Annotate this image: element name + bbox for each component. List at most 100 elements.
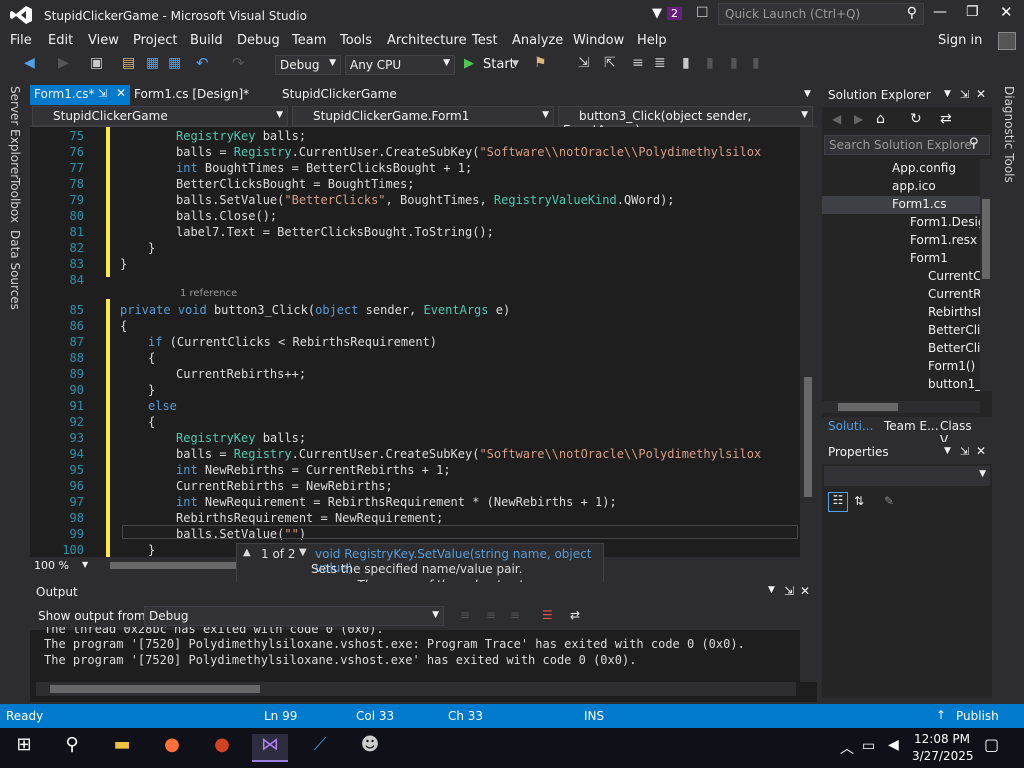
categorized-icon[interactable]: ☷: [828, 492, 848, 512]
account-avatar-icon[interactable]: [998, 32, 1016, 50]
tree-item-member[interactable]: BetterCli: [928, 323, 980, 337]
tree-item-app-ico[interactable]: app.ico: [892, 179, 936, 193]
scroll-thumb[interactable]: [50, 685, 260, 693]
window-position-icon[interactable]: ▼: [944, 446, 951, 456]
bookmark-clear-icon[interactable]: ▮: [752, 55, 760, 71]
step-over-icon[interactable]: ⇱: [604, 55, 616, 71]
start-dropdown-icon[interactable]: ▼: [512, 59, 519, 69]
network-icon[interactable]: ▭: [862, 738, 875, 754]
maximize-button[interactable]: ❐: [966, 4, 979, 20]
browser-link-icon[interactable]: ⚑: [534, 55, 547, 71]
quick-launch-input[interactable]: Quick Launch (Ctrl+Q) ⚲: [718, 3, 924, 25]
code-line[interactable]: {: [148, 415, 155, 429]
server-explorer-tab[interactable]: Server Explorer: [8, 86, 22, 179]
close-icon[interactable]: ✕: [800, 584, 810, 598]
forward-icon[interactable]: ▶: [58, 55, 69, 71]
code-editor[interactable]: 1 reference 75 RegistryKey balls; 76 balls …: [30, 127, 800, 557]
menu-team[interactable]: Team: [292, 33, 326, 48]
clear-all-icon[interactable]: ☰: [542, 608, 553, 622]
close-icon[interactable]: ✕: [976, 444, 986, 458]
start-button[interactable]: Start: [483, 57, 515, 72]
platform-select[interactable]: Any CPU ▼: [345, 55, 455, 75]
properties-object-select[interactable]: ▼: [824, 466, 990, 486]
menu-test[interactable]: Test: [472, 33, 498, 48]
data-sources-tab[interactable]: Data Sources: [8, 230, 22, 310]
notification-badge[interactable]: 2: [667, 7, 682, 20]
comment-icon[interactable]: ≡: [632, 55, 644, 71]
tree-item-member[interactable]: Form1(): [928, 359, 975, 373]
class-nav-select[interactable]: StupidClickerGame.Form1 ▼: [292, 106, 554, 126]
start-icon[interactable]: ▶: [464, 56, 474, 71]
member-nav-select[interactable]: button3_Click(object sender, EventArgs e…: [558, 106, 813, 137]
scroll-thumb[interactable]: [838, 403, 898, 411]
back-icon[interactable]: ◀: [24, 55, 35, 71]
properties-wrench-icon[interactable]: ✎: [884, 494, 894, 508]
editor-vertical-scrollbar[interactable]: [800, 127, 817, 557]
solution-vertical-scrollbar[interactable]: [980, 159, 992, 391]
step-into-icon[interactable]: ⇲: [578, 55, 590, 71]
code-line[interactable]: CurrentRebirths++;: [176, 367, 306, 381]
close-tab-icon[interactable]: ✕: [116, 86, 126, 100]
code-line[interactable]: }: [148, 383, 155, 397]
clock-date[interactable]: 3/27/2025: [912, 749, 974, 763]
bookmark-icon[interactable]: ▮: [682, 55, 690, 71]
code-line[interactable]: balls = Registry.CurrentUser.CreateSubKe…: [176, 145, 761, 159]
tree-item-member[interactable]: RebirthsR: [928, 305, 980, 319]
code-line[interactable]: }: [120, 257, 127, 271]
code-line[interactable]: balls.SetValue("BetterClicks", BoughtTim…: [176, 193, 675, 207]
window-position-icon[interactable]: ▼: [944, 89, 951, 99]
code-line[interactable]: if (CurrentClicks < RebirthsRequirement): [148, 335, 437, 349]
tab-form1-design[interactable]: Form1.cs [Design]*: [130, 85, 270, 105]
tree-item-member[interactable]: BetterCli: [928, 341, 980, 355]
publish-arrow-icon[interactable]: ↑: [936, 708, 946, 722]
menu-help[interactable]: Help: [637, 33, 667, 48]
menu-build[interactable]: Build: [190, 33, 223, 48]
output-source-select[interactable]: Debug ▼: [144, 606, 444, 626]
publish-button[interactable]: Publish: [956, 709, 999, 723]
tree-item-member[interactable]: CurrentC: [928, 269, 980, 283]
code-line[interactable]: int NewRebirths = CurrentRebirths + 1;: [176, 463, 451, 477]
undo-icon[interactable]: ↶: [196, 54, 209, 72]
toolbox-tab[interactable]: Toolbox: [8, 178, 22, 223]
pin-icon[interactable]: ⇲: [98, 87, 107, 100]
code-line[interactable]: int NewRequirement = RebirthsRequirement…: [176, 495, 617, 509]
tree-item-app-config[interactable]: App.config: [892, 161, 956, 175]
tab-form1-cs[interactable]: Form1.cs* ⇲ ✕: [30, 85, 130, 105]
bookmark-next-icon[interactable]: ▮: [730, 55, 738, 71]
window-position-icon[interactable]: ▼: [768, 585, 775, 595]
file-explorer-icon[interactable]: ▬: [104, 734, 140, 762]
filter-icon[interactable]: ▼: [652, 6, 662, 21]
code-line[interactable]: }: [148, 543, 155, 557]
code-line[interactable]: CurrentRebirths = NewRebirths;: [176, 479, 393, 493]
volume-icon[interactable]: ◀: [888, 737, 899, 753]
chevron-down-icon[interactable]: ▼: [82, 560, 88, 569]
clock-time[interactable]: 12:08 PM: [914, 732, 970, 746]
refresh-icon[interactable]: ⇄: [940, 111, 952, 127]
tree-item-form1-class[interactable]: Form1: [910, 251, 948, 265]
close-button[interactable]: ✕: [1000, 3, 1013, 21]
output-vertical-scrollbar[interactable]: [800, 630, 817, 682]
visual-studio-taskbar-icon[interactable]: ⋈: [252, 734, 288, 762]
minimize-button[interactable]: —: [933, 4, 947, 20]
code-line[interactable]: RebirthsRequirement = NewRequirement;: [176, 511, 443, 525]
tree-item-member[interactable]: CurrentR: [928, 287, 980, 301]
code-line[interactable]: {: [148, 351, 155, 365]
feedback-icon[interactable]: ☐: [696, 5, 709, 21]
redo-icon[interactable]: ↷: [232, 54, 245, 72]
alphabetical-icon[interactable]: ⇅: [854, 494, 864, 508]
code-line[interactable]: RegistryKey balls;: [176, 431, 306, 445]
tab-team-explorer[interactable]: Team E...: [884, 419, 939, 433]
menu-file[interactable]: File: [10, 33, 32, 48]
word-wrap-icon[interactable]: ⇄: [570, 608, 580, 622]
code-line[interactable]: balls = Registry.CurrentUser.CreateSubKe…: [176, 447, 761, 461]
solution-search-input[interactable]: Search Solution Explorer ⚲: [824, 135, 990, 155]
pin-icon[interactable]: ⇲: [960, 88, 969, 101]
solution-config-select[interactable]: Debug ▼: [275, 55, 341, 75]
code-line[interactable]: private void button3_Click(object sender…: [120, 303, 510, 317]
code-line[interactable]: balls.Close();: [176, 209, 277, 223]
windows-start-icon[interactable]: ⊞: [6, 734, 42, 762]
zoom-level[interactable]: 100 %: [34, 559, 69, 572]
scroll-thumb[interactable]: [982, 199, 990, 279]
next-overload-icon[interactable]: ▼: [299, 547, 307, 558]
code-line[interactable]: RegistryKey balls;: [176, 129, 306, 143]
